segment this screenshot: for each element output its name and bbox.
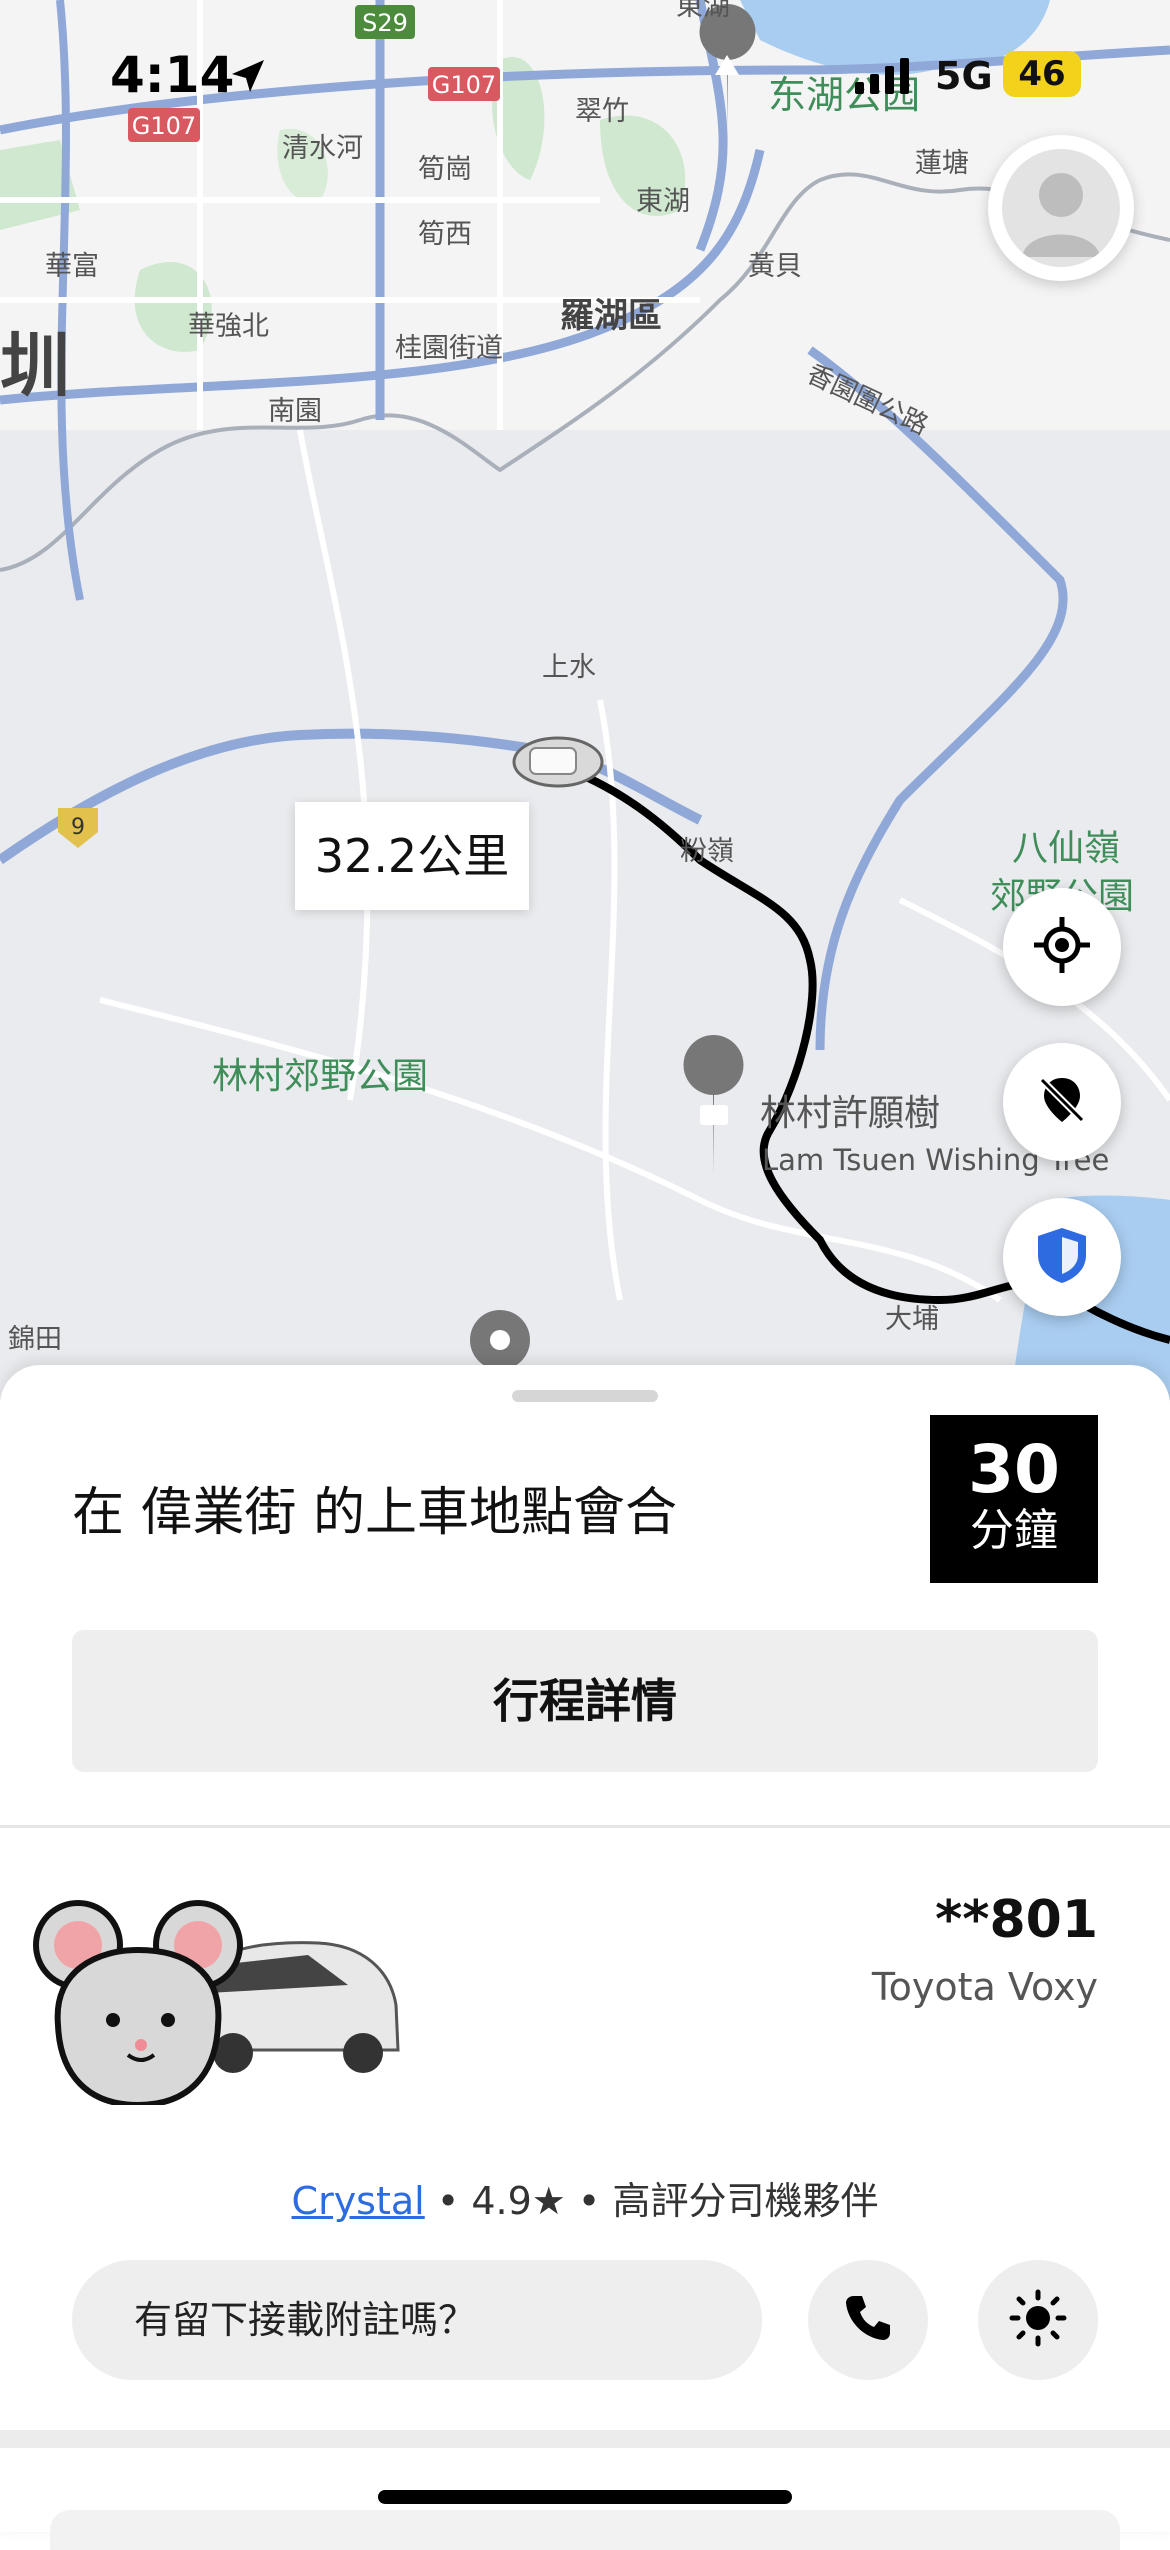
trip-details-button[interactable]: 行程詳情 <box>72 1630 1098 1772</box>
crosshair-icon <box>1032 915 1092 979</box>
map-label: 林村郊野公園 <box>212 1056 428 1097</box>
eta-value: 30 <box>968 1431 1060 1508</box>
mouse-avatar <box>33 1900 243 2109</box>
map-view[interactable]: S29 G107 G107 9 圳 華富 華強北 南園 清水河 筍崗 筍西 桂園… <box>0 0 1170 1400</box>
map-label: 南園 <box>268 396 322 427</box>
separator: • <box>577 2179 601 2223</box>
status-bar: 4:14 5G 46 <box>0 0 1170 150</box>
sun-icon <box>1008 2288 1068 2352</box>
map-label: 圳 <box>0 325 70 407</box>
map-label: 羅湖區 <box>560 296 662 336</box>
eta-badge: 30 分鐘 <box>930 1415 1098 1583</box>
license-plate: **801 <box>935 1890 1098 1950</box>
shield-icon <box>1034 1225 1090 1289</box>
driver-badge: 高評分司機夥伴 <box>612 2179 879 2223</box>
driver-info: Crystal • 4.9★ • 高評分司機夥伴 <box>0 2170 1170 2225</box>
pickup-message: 在 偉業街 的上車地點會合 <box>72 1483 678 1543</box>
map-label: 錦田 <box>8 1324 62 1355</box>
map-label: 八仙嶺 <box>1012 828 1120 869</box>
trip-bottom-sheet[interactable]: 在 偉業街 的上車地點會合 30 分鐘 行程詳情 **801 Toyota Vo… <box>0 1365 1170 2550</box>
status-time: 4:14 <box>110 46 235 104</box>
map-label: 東湖 <box>636 186 690 217</box>
recenter-button[interactable] <box>1003 888 1121 1006</box>
pickup-note-button[interactable]: 有留下接載附註嗎？ <box>72 2260 762 2380</box>
map-label: 蓮塘 <box>915 148 969 179</box>
map-label: 上水 <box>542 652 596 683</box>
separator: • <box>436 2179 460 2223</box>
signal-icon <box>855 58 915 98</box>
safety-button[interactable] <box>1003 1198 1121 1316</box>
call-button[interactable] <box>808 2260 928 2380</box>
eta-unit: 分鐘 <box>970 1505 1058 1556</box>
section-divider <box>0 2430 1170 2448</box>
map-label: 林村許願樹 <box>760 1093 940 1134</box>
battery-level: 46 <box>1003 51 1081 97</box>
map-label: 筍西 <box>418 219 472 250</box>
car-model: Toyota Voxy <box>871 1965 1098 2009</box>
driver-name-link[interactable]: Crystal <box>292 2179 425 2223</box>
person-icon <box>1002 149 1120 267</box>
distance-label: 32.2公里 <box>295 802 529 910</box>
map-label: 粉嶺 <box>680 836 734 867</box>
map-label: 桂園街道 <box>395 333 503 364</box>
brightness-button[interactable] <box>978 2260 1098 2380</box>
hide-location-button[interactable] <box>1003 1043 1121 1161</box>
driver-rating: 4.9★ <box>471 2179 566 2223</box>
location-off-icon <box>1034 1072 1090 1132</box>
vehicle-marker <box>512 736 604 788</box>
profile-button[interactable] <box>988 135 1134 281</box>
map-label: 筍崗 <box>418 154 472 185</box>
next-card-peek[interactable] <box>50 2510 1120 2550</box>
map-label: 黃貝 <box>748 251 802 282</box>
driver-vehicle-illustration <box>18 1875 408 2109</box>
flower-poi-icon[interactable] <box>470 1310 530 1370</box>
map-label: 華強北 <box>188 311 269 342</box>
network-type: 5G <box>935 54 993 98</box>
home-indicator[interactable] <box>378 2490 792 2504</box>
phone-icon <box>840 2290 896 2350</box>
location-arrow-icon <box>228 56 268 100</box>
sheet-drag-handle[interactable] <box>512 1390 658 1402</box>
svg-text:9: 9 <box>71 815 85 840</box>
divider <box>0 1825 1170 1828</box>
map-label: 大埔 <box>885 1304 939 1335</box>
map-label: 華富 <box>45 251 99 282</box>
